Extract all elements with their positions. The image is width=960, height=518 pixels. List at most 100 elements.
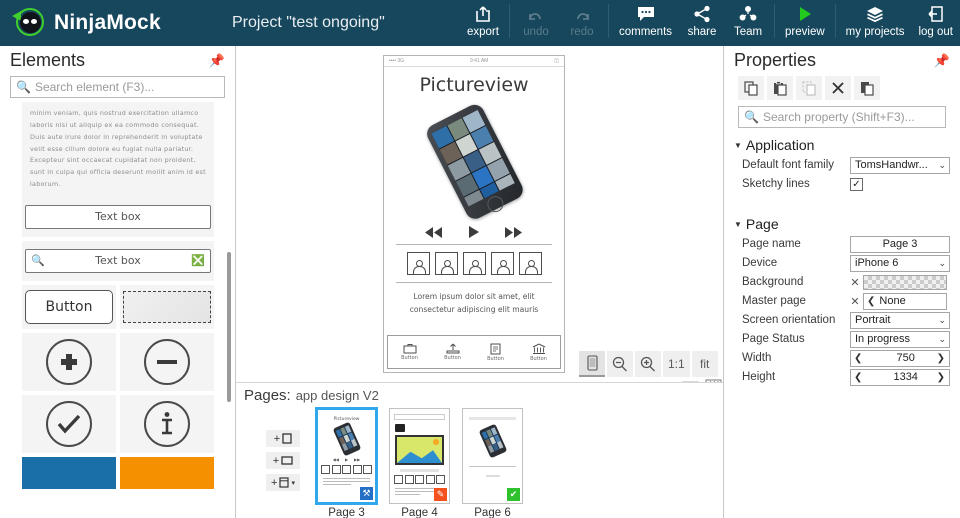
sketchy-lines-checkbox[interactable]: ✓ [850,177,863,191]
nav-item-2[interactable]: Button [444,343,461,361]
redo-button[interactable]: redo [559,0,605,46]
device-frame-toggle[interactable] [579,351,605,377]
paste-button[interactable] [767,76,793,100]
search-property-input[interactable]: 🔍 Search property (Shift+F3)... [738,106,946,128]
duplicate-button[interactable] [854,76,880,100]
add-page-menu-button[interactable]: + ▾ [266,474,300,491]
forward-icon[interactable] [505,226,523,238]
page-thumb-2[interactable]: ✎ Page 4 [389,408,450,518]
chevron-left-icon[interactable]: ❮ [851,372,862,383]
log-out-label: log out [918,26,953,38]
zoom-in-button[interactable] [635,351,661,377]
media-controls[interactable] [384,222,564,244]
textbox-widget[interactable]: Text box [25,204,211,229]
team-button[interactable]: Team [725,0,771,46]
nav-label-2: Button [444,355,461,361]
page-thumb-3[interactable]: ✔ Page 6 [462,408,523,518]
nav-item-4[interactable]: Button [530,342,547,362]
pin-icon[interactable]: 📌 [209,53,225,69]
orange-button-widget[interactable] [120,456,214,489]
lorem-text-widget[interactable]: minim veniam, quis nostrud exercitation … [22,102,214,197]
chevron-right-icon[interactable]: ❯ [937,372,945,383]
chevron-right-icon[interactable]: ❯ [937,353,945,364]
avatar-thumb[interactable] [518,252,542,275]
hero-photo[interactable] [384,98,564,222]
log-out-button[interactable]: log out [911,0,960,46]
chevron-left-icon[interactable]: ❮ [864,296,875,307]
add-page-wide-button[interactable]: + [266,452,300,469]
elements-panel: Elements 📌 🔍 Search element (F3)... mini… [0,46,236,518]
textbox-widget-cell[interactable]: Text box [22,196,214,237]
searchbox-widget[interactable]: 🔍 Text box ❎ [25,248,211,273]
avatar-strip[interactable] [384,245,564,282]
pin-icon[interactable]: 📌 [934,53,950,69]
application-group-title: Application [745,137,815,153]
undo-button[interactable]: undo [513,0,559,46]
device-select[interactable]: iPhone 6 ⌄ [850,254,950,272]
clear-background-icon[interactable]: ✕ [850,276,860,289]
my-projects-button[interactable]: my projects [839,0,912,46]
avatar-thumb[interactable] [406,252,430,275]
page-name-input[interactable]: Page 3 [850,235,950,253]
comments-button[interactable]: comments [612,0,679,46]
height-label: Height [742,371,776,383]
nav-item-3[interactable]: Button [487,343,504,362]
zoom-out-button[interactable] [607,351,633,377]
delete-button[interactable] [825,76,851,100]
page-thumb-image-3[interactable]: ✔ [462,408,523,504]
nav-item-1[interactable]: Button [401,343,418,361]
avatar-thumb[interactable] [490,252,514,275]
page-thumb-image-1[interactable]: Pictureview ◀◀ ▶ ▶▶ ⚒ [316,408,377,504]
page-status-select[interactable]: In progress ⌄ [850,330,950,348]
searchbox-widget-label: Text box [95,254,141,268]
info-icon-cell[interactable] [120,394,214,453]
elements-list-scroll[interactable]: minim veniam, quis nostrud exercitation … [0,102,236,518]
plus-circle-icon[interactable] [46,338,92,385]
plus-icon-cell[interactable] [22,332,116,391]
blue-button-widget[interactable] [22,456,116,489]
page-thumb-1[interactable]: Pictureview ◀◀ ▶ ▶▶ ⚒ Page 3 [316,408,377,518]
design-canvas[interactable]: •••• 3G 9:41 AM ◫ Pictureview Lorem ipsu… [236,46,724,382]
background-color-swatch[interactable] [863,274,947,290]
preview-button[interactable]: preview [778,0,832,46]
page-thumb-image-2[interactable]: ✎ [389,408,450,504]
chevron-left-icon[interactable]: ❮ [851,353,862,364]
minus-circle-icon[interactable] [144,338,190,385]
share-button[interactable]: share [679,0,725,46]
my-projects-label: my projects [845,26,905,38]
orientation-select[interactable]: Portrait ⌄ [850,311,950,329]
page-group-header[interactable]: ▼ Page [724,194,960,235]
button-widget-cell[interactable]: Button [22,284,116,329]
button-widget[interactable]: Button [25,289,113,324]
elements-scrollbar[interactable] [227,252,231,402]
master-page-select[interactable]: ❮ None [863,292,947,310]
default-font-select[interactable]: TomsHandwr... ⌄ [850,156,950,174]
placeholder-widget[interactable] [123,290,211,323]
check-icon-cell[interactable] [22,394,116,453]
copy-button[interactable] [738,76,764,100]
play-icon[interactable] [469,226,479,238]
search-element-input[interactable]: 🔍 Search element (F3)... [10,76,225,98]
add-page-button[interactable]: + [266,430,300,447]
placeholder-widget-cell[interactable] [120,284,214,329]
avatar-thumb[interactable] [434,252,458,275]
check-circle-icon[interactable] [46,400,92,447]
minus-icon-cell[interactable] [120,332,214,391]
mock-bottom-nav[interactable]: Button Button Button Button [387,335,561,369]
zoom-fit-button[interactable]: fit [691,351,718,377]
statusbar-center: 9:41 AM [469,58,489,64]
logo-area[interactable]: NinjaMock [0,7,222,39]
info-circle-icon[interactable] [144,400,190,447]
height-stepper[interactable]: ❮ 1334 ❯ [850,368,950,386]
clear-master-page-icon[interactable]: ✕ [850,295,860,308]
searchbox-widget-cell[interactable]: 🔍 Text box ❎ [22,240,214,281]
application-group-header[interactable]: ▼ Application [724,128,960,156]
width-stepper[interactable]: ❮ 750 ❯ [850,349,950,367]
rewind-icon[interactable] [425,226,443,238]
avatar-thumb[interactable] [462,252,486,275]
statusbar-left: •••• 3G [389,58,405,64]
paste-special-button[interactable] [796,76,822,100]
zoom-actual-button[interactable]: 1:1 [663,351,690,377]
phone-mockup-frame[interactable]: •••• 3G 9:41 AM ◫ Pictureview Lorem ipsu… [383,55,565,373]
export-button[interactable]: export [460,0,506,46]
